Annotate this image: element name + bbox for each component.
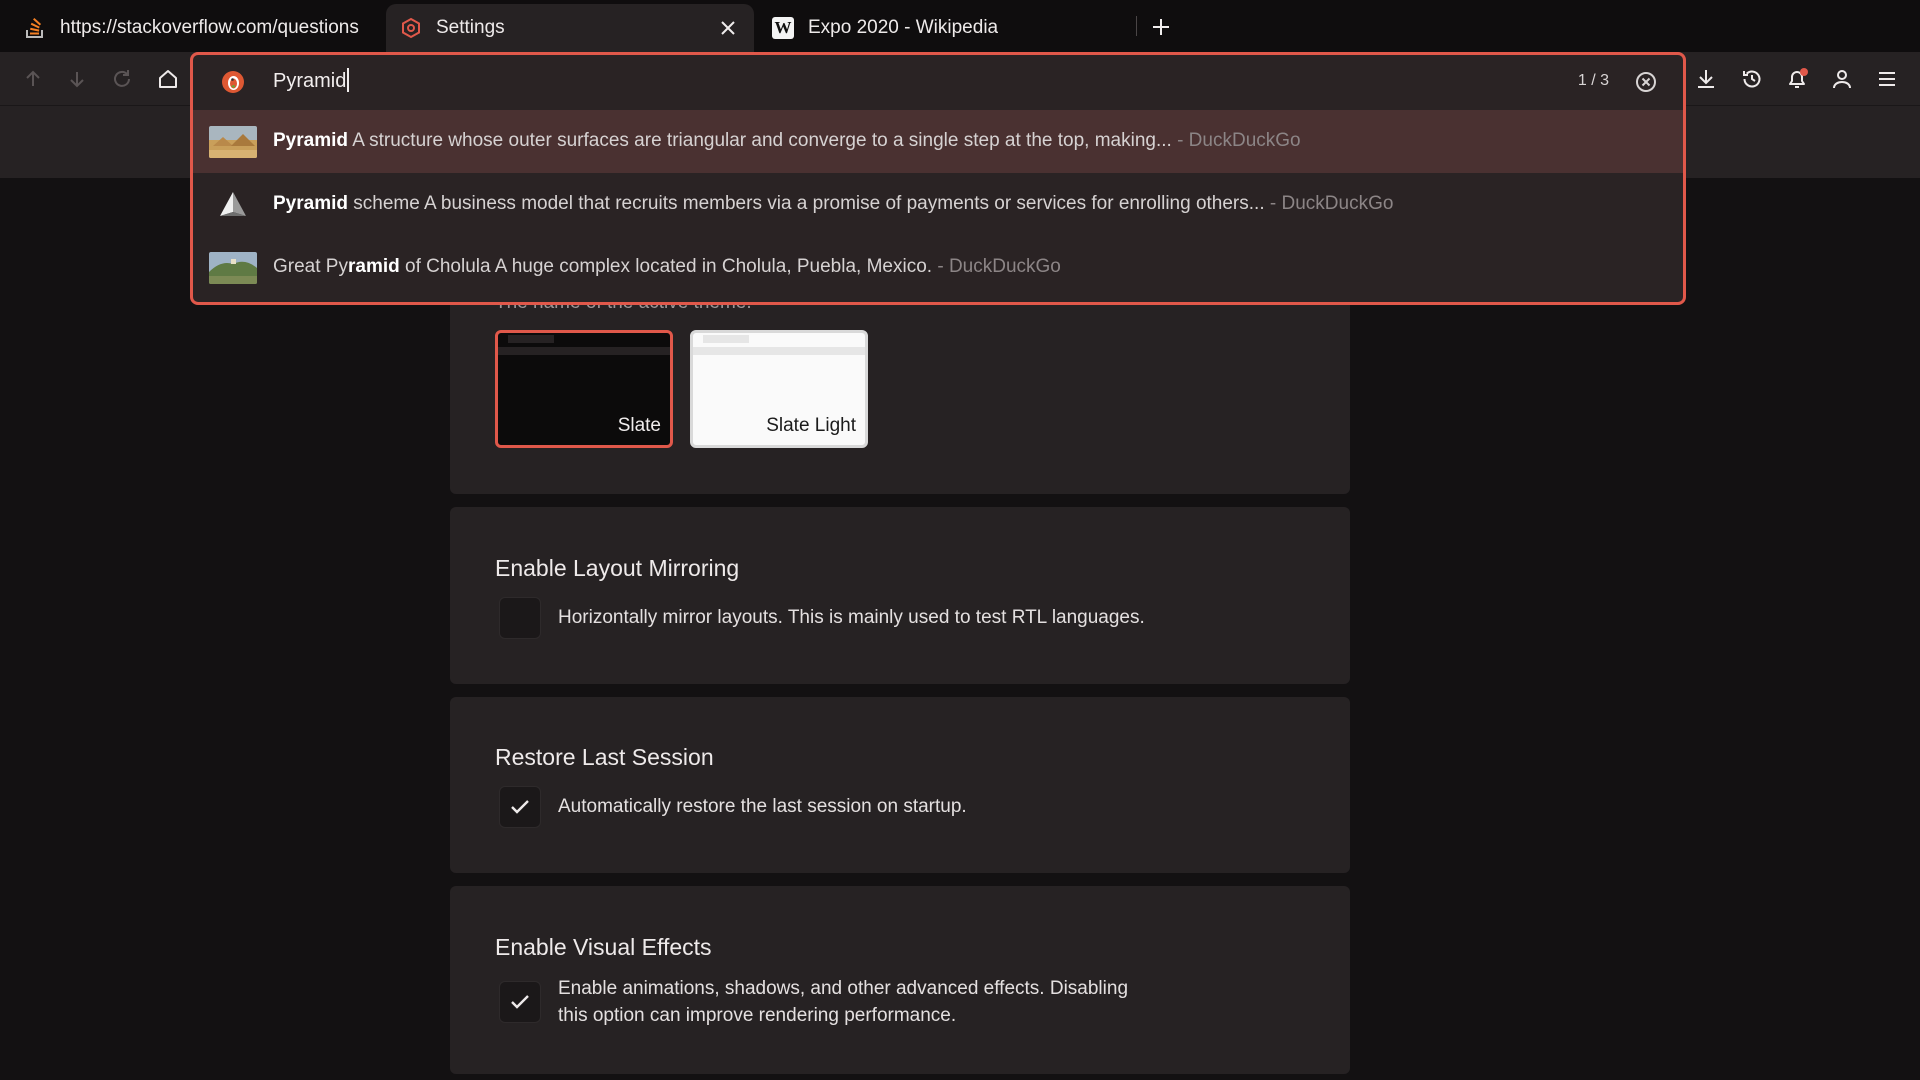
layout-mirroring-card: Enable Layout Mirroring Horizontally mir…: [450, 507, 1350, 684]
suggestion-text: Great Pyramid of Cholula A huge complex …: [273, 256, 1061, 277]
tab-settings[interactable]: Settings: [386, 4, 754, 52]
home-icon: [159, 70, 177, 88]
wikipedia-icon: W: [772, 17, 794, 39]
tab-divider: [1136, 16, 1137, 36]
user-icon: [1833, 70, 1851, 89]
address-bar[interactable]: Pyramid 1 / 3: [193, 55, 1683, 110]
tab-title: Expo 2020 - Wikipedia: [808, 17, 999, 38]
address-bar-dropdown: Pyramid 1 / 3 Pyramid A structure whose …: [190, 52, 1686, 305]
hamburger-menu-icon: [1879, 72, 1895, 86]
plus-icon: [1153, 19, 1169, 35]
new-tab-button[interactable]: [1148, 14, 1174, 40]
suggestion-item[interactable]: Pyramid A structure whose outer surfaces…: [193, 110, 1683, 173]
theme-label: Slate: [617, 415, 661, 436]
reload-icon: [114, 70, 130, 87]
suggestion-text: Pyramid scheme A business model that rec…: [273, 193, 1394, 214]
setting-description: Automatically restore the last session o…: [558, 796, 967, 817]
setting-title: Restore Last Session: [495, 744, 714, 770]
theme-option-slate-light[interactable]: Slate Light: [690, 330, 868, 448]
checkmark-icon: [511, 800, 529, 814]
clear-icon[interactable]: [1633, 69, 1659, 95]
forward-button[interactable]: [63, 65, 91, 93]
close-icon[interactable]: [716, 16, 740, 40]
suggestion-text: Pyramid A structure whose outer surfaces…: [273, 130, 1301, 151]
duckduckgo-icon: [221, 70, 245, 94]
tab-title: https://stackoverflow.com/questions: [60, 17, 359, 38]
tab-title: Settings: [436, 17, 505, 38]
theme-option-slate[interactable]: Slate: [495, 330, 673, 448]
visual-effects-checkbox[interactable]: [499, 981, 541, 1023]
setting-title: Enable Visual Effects: [495, 934, 712, 960]
theme-preview-toolbar: [498, 347, 670, 355]
setting-description: Horizontally mirror layouts. This is mai…: [558, 607, 1145, 628]
suggestion-count: 1 / 3: [1577, 72, 1609, 89]
tab-wikipedia[interactable]: W Expo 2020 - Wikipedia: [758, 4, 1128, 52]
theme-preview-tab: [703, 335, 749, 343]
theme-preview-tab: [508, 335, 554, 343]
tab-strip: https://stackoverflow.com/questions Sett…: [0, 0, 1920, 52]
theme-label: Slate Light: [766, 415, 856, 436]
text-caret: [347, 68, 350, 92]
back-button[interactable]: [19, 65, 47, 93]
address-input[interactable]: Pyramid: [273, 68, 350, 93]
layout-mirroring-checkbox[interactable]: [499, 597, 541, 639]
reload-button[interactable]: [108, 65, 136, 93]
pyramid-desert-thumbnail: [209, 126, 257, 158]
arrow-up-icon: [26, 70, 40, 86]
history-button[interactable]: [1738, 65, 1766, 93]
history-icon: [1743, 70, 1761, 88]
bell-icon: [1789, 68, 1808, 88]
notifications-button[interactable]: [1783, 65, 1811, 93]
checkmark-icon: [511, 995, 529, 1009]
restore-session-checkbox[interactable]: [499, 786, 541, 828]
downloads-button[interactable]: [1692, 65, 1720, 93]
theme-preview-toolbar: [693, 347, 865, 355]
theme-setting-card: The name of the active theme. Slate Slat…: [450, 280, 1350, 494]
suggestion-item[interactable]: Pyramid scheme A business model that rec…: [193, 173, 1683, 236]
setting-description: Enable animations, shadows, and other ad…: [558, 978, 1129, 1026]
stackoverflow-icon: [24, 17, 46, 39]
setting-title: Enable Layout Mirroring: [495, 555, 740, 581]
settings-hexagon-icon: [400, 17, 422, 39]
visual-effects-card: Enable Visual Effects Enable animations,…: [450, 886, 1350, 1074]
pyramid-diagram-thumbnail: [209, 189, 257, 221]
suggestion-item[interactable]: Great Pyramid of Cholula A huge complex …: [193, 236, 1683, 299]
download-icon: [1698, 70, 1714, 88]
arrow-down-icon: [70, 72, 84, 88]
home-button[interactable]: [154, 65, 182, 93]
restore-session-card: Restore Last Session Automatically resto…: [450, 697, 1350, 873]
menu-button[interactable]: [1873, 65, 1901, 93]
tab-stackoverflow[interactable]: https://stackoverflow.com/questions: [10, 4, 382, 52]
account-button[interactable]: [1828, 65, 1856, 93]
cholula-thumbnail: [209, 252, 257, 284]
